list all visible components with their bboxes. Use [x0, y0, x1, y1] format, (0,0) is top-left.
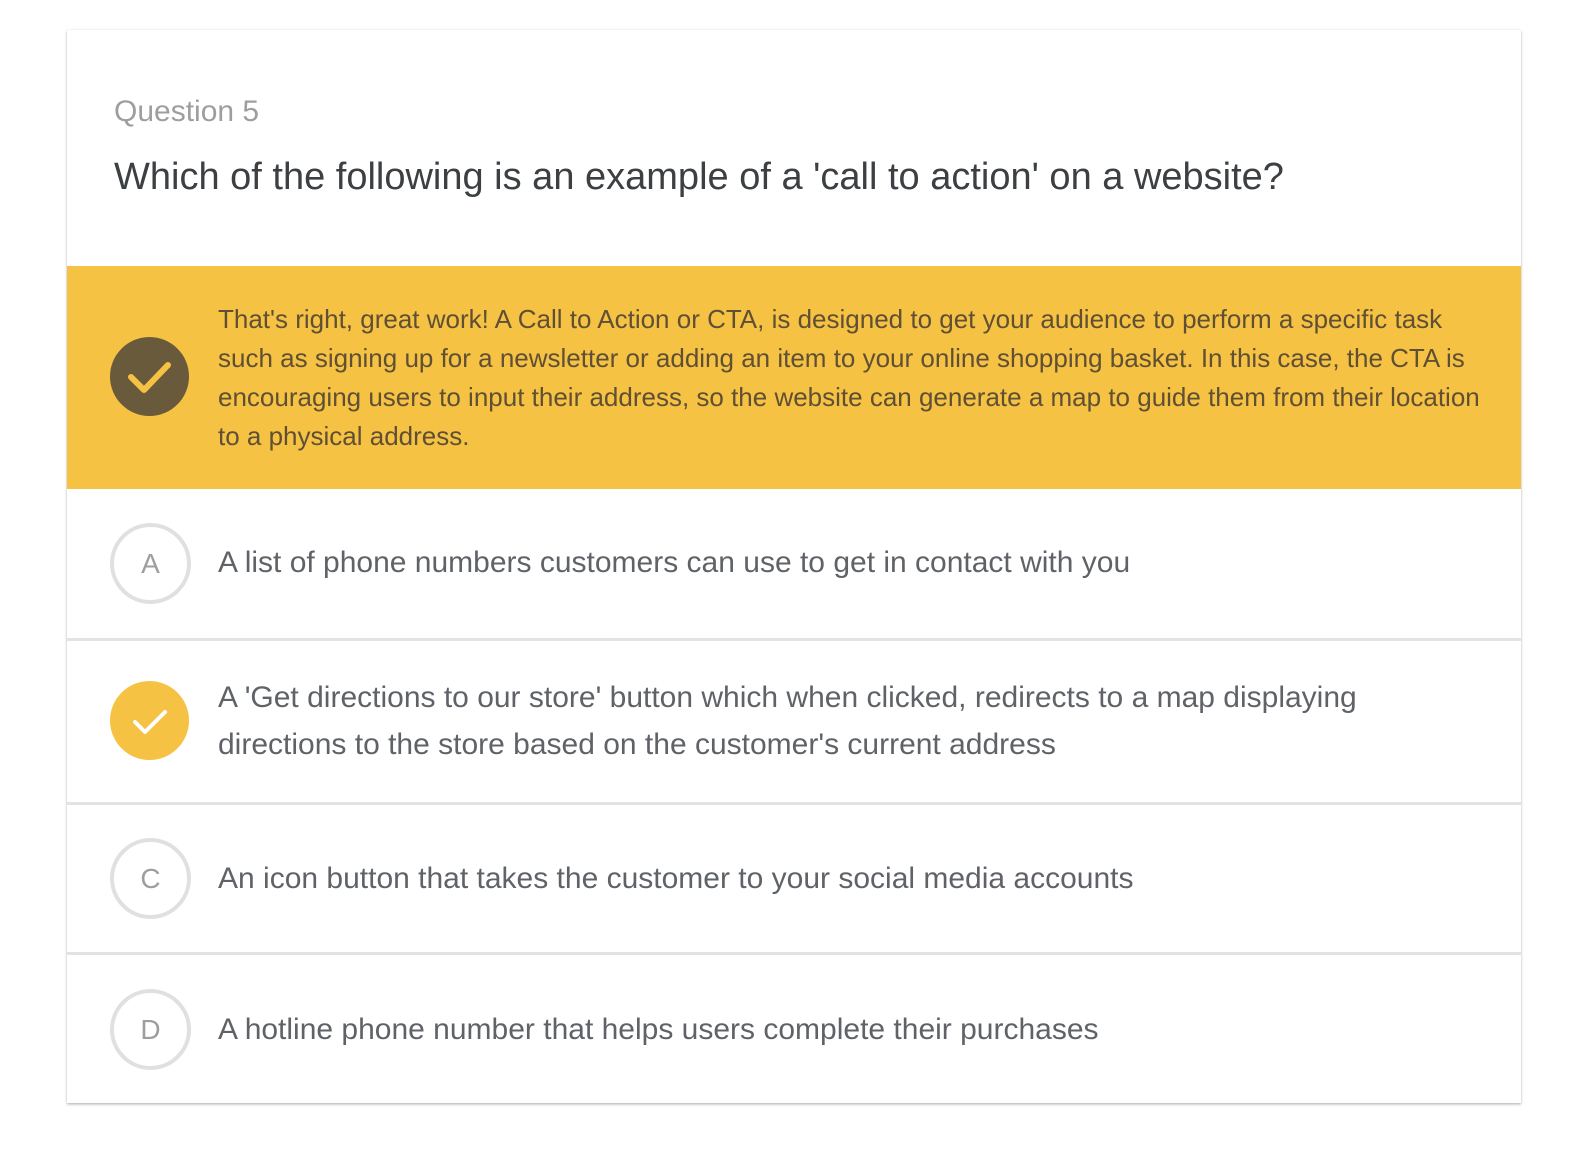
question-number: Question 5: [114, 95, 260, 128]
question-text: Which of the following is an example of …: [114, 156, 1284, 198]
answer-option-d[interactable]: D A hotline phone number that helps user…: [67, 955, 1521, 1103]
feedback-banner: That's right, great work! A Call to Acti…: [67, 266, 1521, 489]
question-card: Question 5 Which of the following is an …: [67, 30, 1521, 1103]
option-text-b: A 'Get directions to our store' button w…: [218, 681, 1357, 761]
option-text-a: A list of phone numbers customers can us…: [218, 546, 1131, 579]
option-text-c: An icon button that takes the customer t…: [218, 862, 1134, 895]
answer-option-b[interactable]: A 'Get directions to our store' button w…: [67, 641, 1521, 805]
option-letter-a: A: [110, 523, 191, 604]
feedback-text: That's right, great work! A Call to Acti…: [218, 304, 1480, 451]
answer-option-a[interactable]: A A list of phone numbers customers can …: [67, 489, 1521, 641]
option-letter-c: C: [110, 838, 191, 919]
check-icon: [110, 337, 189, 416]
option-text-d: A hotline phone number that helps users …: [218, 1013, 1099, 1046]
question-header: Question 5 Which of the following is an …: [67, 30, 1521, 266]
answer-option-c[interactable]: C An icon button that takes the customer…: [67, 805, 1521, 955]
option-letter-d: D: [110, 989, 191, 1070]
selected-check-icon: [110, 681, 189, 760]
